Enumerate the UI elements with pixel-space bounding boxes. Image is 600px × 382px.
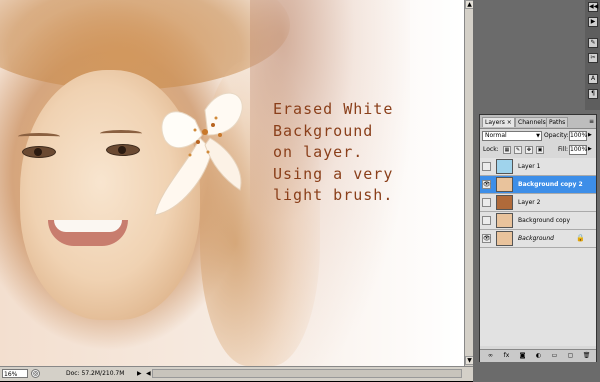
status-bar: 16% ◎ Doc: 57.2M/210.7M ▶ ◀ [0,366,473,381]
opacity-label: Opacity: [544,132,569,139]
document-size-info[interactable]: Doc: 57.2M/210.7M [66,369,124,378]
adjustment-icon[interactable]: ◐ [534,352,543,360]
paragraph-icon[interactable]: ¶ [588,89,598,99]
layer-thumbnail [496,231,513,246]
layers-panel-footer: ∞ fx ◙ ◐ ▭ ▢ 🗑 [480,349,596,362]
lock-transparent-icon[interactable]: ▦ [503,146,511,154]
visibility-toggle[interactable] [482,198,491,207]
character-icon[interactable]: A [588,74,598,84]
layer-list: Layer 1 👁 Background copy 2 Layer 2 Back… [480,158,596,346]
mask-icon[interactable]: ◙ [518,352,527,360]
lock-label: Lock: [483,146,499,153]
layer-row-background[interactable]: 👁 Background 🔒 [480,230,596,248]
fill-label: Fill: [558,146,569,153]
chevron-down-icon: ▼ [536,133,540,139]
status-menu-arrow-icon[interactable]: ▶ [137,369,142,378]
caption-line: Erased White [273,100,394,118]
new-layer-icon[interactable]: ▢ [566,352,575,360]
lock-all-icon[interactable]: ▣ [536,146,544,154]
lock-row: Lock: ▦ ✎ ✥ ▣ Fill: 100% ▶ [482,144,594,156]
layer-row-background-copy[interactable]: Background copy [480,212,596,230]
fx-icon[interactable]: fx [502,352,511,360]
caption-line: light brush. [273,186,394,204]
layer-thumbnail [496,177,513,192]
layer-row-background-copy-2[interactable]: 👁 Background copy 2 [480,176,596,194]
lock-image-icon[interactable]: ✎ [514,146,522,154]
opacity-field[interactable]: 100% [569,131,587,141]
group-icon[interactable]: ▭ [550,352,559,360]
play-icon[interactable]: ▶ [588,17,598,27]
layer-name: Background copy [518,217,571,224]
caption-line: Background [273,121,374,140]
blend-mode-select[interactable]: Normal ▼ [482,131,542,141]
layer-name: Background copy 2 [518,181,583,188]
lily-flower [154,92,243,216]
right-eyebrow [100,130,142,137]
hscroll-left-arrow-icon[interactable]: ◀ [146,369,151,378]
caption-line: on layer. [273,143,364,161]
visibility-toggle[interactable] [482,162,491,171]
layer-row-layer-1[interactable]: Layer 1 [480,158,596,176]
fill-slider-icon[interactable]: ▶ [588,146,592,152]
eye-icon[interactable]: 👁 [482,234,491,243]
canvas-horizontal-scrollbar[interactable] [152,369,462,378]
right-eye [106,144,140,156]
layer-name: Layer 2 [518,199,541,206]
brush-icon[interactable]: ✎ [588,38,598,48]
document-canvas[interactable]: Erased White Background on layer. Using … [0,0,464,366]
layer-name: Background [518,235,554,242]
fill-field[interactable]: 100% [569,145,587,155]
collapse-dock-icon[interactable]: ◀◀ [588,2,598,12]
blend-mode-value: Normal [485,132,507,139]
layer-thumbnail [496,195,513,210]
panel-menu-icon[interactable]: ≡ [589,118,594,125]
clone-source-icon[interactable]: ✂ [588,53,598,63]
lock-icon: 🔒 [576,234,585,242]
eye-icon[interactable]: 👁 [482,180,491,189]
zoom-level-field[interactable]: 16% [2,369,28,378]
visibility-toggle[interactable] [482,216,491,225]
opacity-slider-icon[interactable]: ▶ [588,132,592,138]
caption-line: Using a very [273,164,394,183]
canvas-caption: Erased White Background on layer. Using … [273,99,393,207]
tab-paths[interactable]: Paths [546,117,569,127]
lock-position-icon[interactable]: ✥ [525,146,533,154]
layer-thumbnail [496,213,513,228]
layers-panel: Layers × Channels Paths ≡ Normal ▼ Opacit… [479,114,597,362]
layer-name: Layer 1 [518,163,541,170]
link-icon[interactable]: ∞ [486,352,495,360]
panel-tabs: Layers × Channels Paths ≡ [480,115,596,129]
left-eye [22,146,56,158]
tab-layers[interactable]: Layers × [482,117,515,127]
layer-row-layer-2[interactable]: Layer 2 [480,194,596,212]
zoom-options-icon[interactable]: ◎ [31,369,40,378]
tab-channels[interactable]: Channels [515,117,549,127]
left-eyebrow [18,133,60,140]
layer-thumbnail [496,159,513,174]
trash-icon[interactable]: 🗑 [582,352,591,360]
blend-row: Normal ▼ Opacity: 100% ▶ [482,130,594,142]
